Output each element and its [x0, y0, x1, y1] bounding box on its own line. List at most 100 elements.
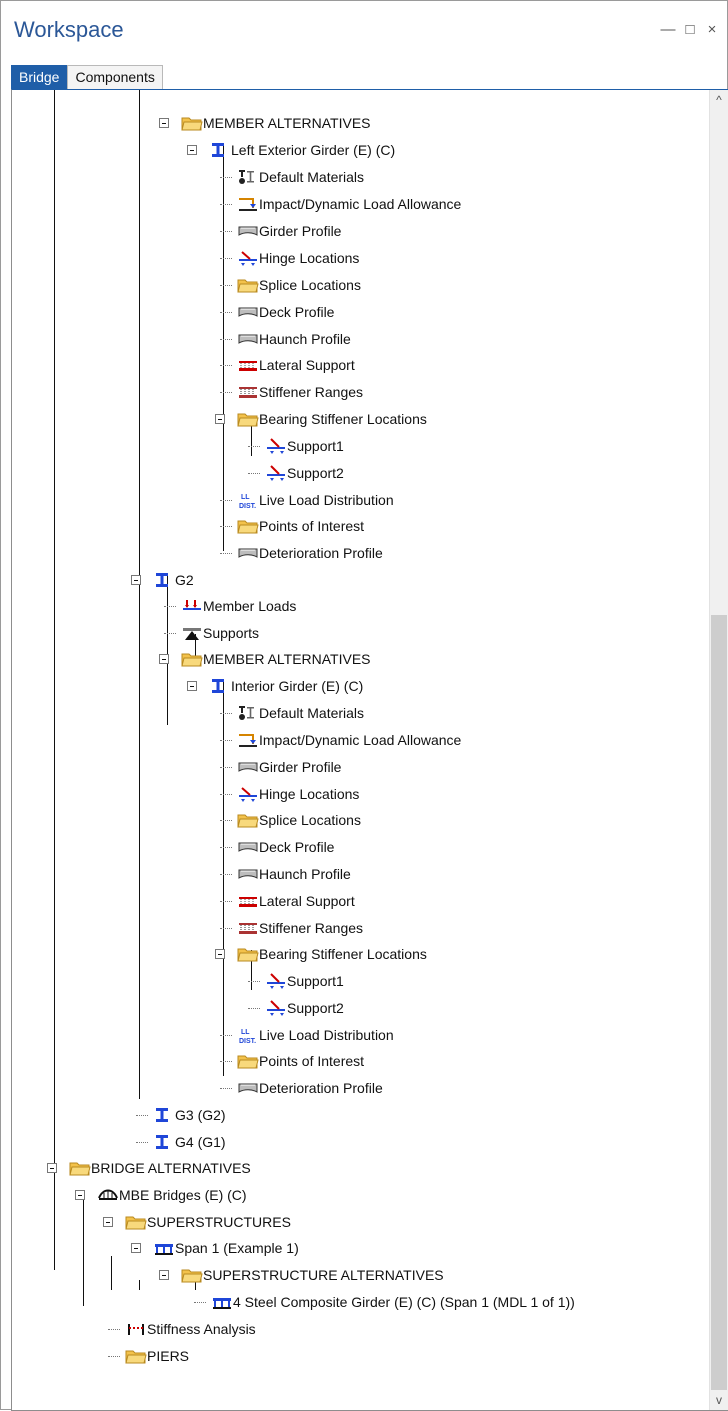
- profile-icon: [237, 1079, 258, 1097]
- panel-header: Workspace — □ ×: [1, 1, 727, 65]
- profile-icon: [237, 865, 258, 883]
- svg-text:DIST.: DIST.: [239, 1038, 256, 1044]
- tree-node-label: BRIDGE ALTERNATIVES: [91, 1160, 251, 1176]
- tree-node-label: G4 (G1): [175, 1134, 226, 1150]
- profile-icon: [237, 303, 258, 321]
- tree-branch-line: [220, 312, 232, 313]
- svg-text:DIST.: DIST.: [239, 503, 256, 509]
- tree-branch-line: [220, 820, 232, 821]
- maximize-button[interactable]: □: [683, 21, 697, 38]
- tree-branch-line: [220, 1061, 232, 1062]
- tree-node-label: Points of Interest: [259, 1053, 365, 1069]
- supports-icon: [181, 624, 201, 642]
- tree-node-label: Support2: [287, 1000, 344, 1016]
- tree-node-label: Splice Locations: [259, 277, 361, 293]
- window-controls: — □ ×: [661, 21, 719, 38]
- tree-branch-line: [220, 526, 232, 527]
- tree-node-label: Impact/Dynamic Load Allowance: [259, 196, 462, 212]
- tree-node-label: 4 Steel Composite Girder (E) (C) (Span 1…: [233, 1294, 575, 1310]
- lateral-support-icon: [237, 892, 257, 910]
- tree-branch-line: [220, 231, 232, 232]
- collapse-toggle-icon[interactable]: [47, 1163, 57, 1173]
- tree-node-label: Stiffener Ranges: [259, 920, 364, 936]
- tree-branch-line: [220, 365, 232, 366]
- i-beam-icon: [209, 141, 229, 159]
- tree-node-label: Live Load Distribution: [259, 492, 394, 508]
- tree-branch-line: [164, 633, 176, 634]
- close-button[interactable]: ×: [705, 21, 719, 38]
- tree-connector: [139, 90, 140, 1099]
- collapse-toggle-icon[interactable]: [103, 1217, 113, 1227]
- folder-icon: [181, 650, 203, 668]
- panel-title: Workspace: [14, 17, 124, 42]
- tree-node-label: PIERS: [147, 1348, 190, 1364]
- tree-branch-line: [220, 874, 232, 875]
- tree-node-label: G2: [175, 572, 194, 588]
- profile-icon: [237, 544, 258, 562]
- tree-branch-line: [220, 500, 232, 501]
- tree-node-label: Live Load Distribution: [259, 1027, 394, 1043]
- support-location-icon: [265, 999, 285, 1017]
- profile-icon: [237, 222, 258, 240]
- tree-node-label: Haunch Profile: [259, 866, 351, 882]
- minimize-button[interactable]: —: [661, 21, 676, 38]
- bridge-icon: [97, 1186, 118, 1204]
- vertical-scrollbar[interactable]: ^ v: [709, 90, 728, 1410]
- tree-node-label: Girder Profile: [259, 759, 342, 775]
- superstructure-icon: [211, 1293, 231, 1311]
- collapse-toggle-icon[interactable]: [159, 1270, 169, 1280]
- collapse-toggle-icon[interactable]: [159, 118, 169, 128]
- lateral-support-icon: [237, 356, 257, 374]
- tree-branch-line: [220, 767, 232, 768]
- i-beam-icon: [153, 1133, 173, 1151]
- tree-branch-line: [220, 285, 232, 286]
- tree-branch-line: [220, 713, 232, 714]
- tree-node-label: Default Materials: [259, 169, 365, 185]
- tree-connector: [54, 90, 55, 1270]
- collapse-toggle-icon[interactable]: [215, 414, 225, 424]
- live-load-distribution-icon: LL DIST.: [237, 491, 257, 510]
- collapse-toggle-icon[interactable]: [131, 1243, 141, 1253]
- collapse-toggle-icon[interactable]: [187, 145, 197, 155]
- collapse-toggle-icon[interactable]: [159, 654, 169, 664]
- scroll-down-icon[interactable]: v: [713, 1394, 725, 1406]
- bridge-tree-view: MEMBER ALTERNATIVES Left Exterior Girder …: [11, 89, 728, 1411]
- scroll-up-icon[interactable]: ^: [713, 94, 725, 106]
- tree-node-label: SUPERSTRUCTURE ALTERNATIVES: [203, 1267, 444, 1283]
- tree-node-label: Deck Profile: [259, 839, 335, 855]
- collapse-toggle-icon[interactable]: [131, 575, 141, 585]
- superstructure-icon: [153, 1239, 173, 1257]
- tree-connector: [111, 1256, 112, 1290]
- profile-icon: [237, 758, 258, 776]
- tree-branch-line: [136, 1142, 148, 1143]
- tree-branch-line: [248, 1008, 260, 1009]
- tree-branch-line: [248, 981, 260, 982]
- collapse-toggle-icon[interactable]: [215, 949, 225, 959]
- collapse-toggle-icon[interactable]: [75, 1190, 85, 1200]
- tree-connector: [167, 574, 168, 725]
- tree-node-label: Deterioration Profile: [259, 545, 383, 561]
- tab-bridge[interactable]: Bridge: [11, 65, 68, 89]
- collapse-toggle-icon[interactable]: [187, 681, 197, 691]
- stiffness-analysis-icon: [125, 1320, 145, 1338]
- tree-node-label: Points of Interest: [259, 518, 365, 534]
- tree-node-label: Support2: [287, 465, 344, 481]
- tree-branch-line: [220, 1035, 232, 1036]
- tree-node-label: Girder Profile: [259, 223, 342, 239]
- tree-branch-line: [220, 553, 232, 554]
- tree-node-label: G3 (G2): [175, 1107, 226, 1123]
- tab-components[interactable]: Components: [67, 65, 163, 89]
- scrollbar-thumb[interactable]: [711, 615, 727, 1390]
- support-location-icon: [265, 972, 285, 990]
- tree-node-label: Support1: [287, 438, 344, 454]
- folder-icon: [125, 1213, 147, 1231]
- hinge-icon: [237, 249, 257, 267]
- tree-node-label: Default Materials: [259, 705, 365, 721]
- folder-icon: [237, 811, 259, 829]
- i-beam-icon: [209, 677, 229, 695]
- i-beam-icon: [153, 1106, 173, 1124]
- tree-node-label: Left Exterior Girder (E) (C): [231, 142, 396, 158]
- tree-node-label: Splice Locations: [259, 812, 361, 828]
- tree-connector: [83, 1194, 84, 1306]
- tree-branch-line: [136, 1115, 148, 1116]
